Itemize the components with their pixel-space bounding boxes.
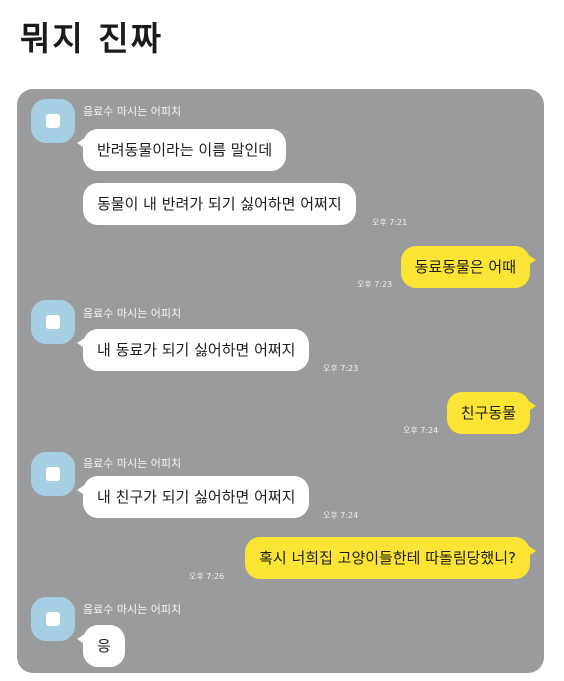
message-bubble-incoming[interactable]: 응 <box>77 625 125 667</box>
sender-avatar[interactable] <box>31 300 75 344</box>
message-time: 오후 7:23 <box>323 364 359 373</box>
sender-name: 음료수 마시는 어피치 <box>83 105 182 118</box>
sender-name: 음료수 마시는 어피치 <box>83 603 182 616</box>
avatar-placeholder-icon <box>46 467 60 481</box>
avatar-placeholder-icon <box>46 612 60 626</box>
message-bubble-incoming[interactable]: 내 친구가 되기 싫어하면 어쩌지 <box>76 476 310 518</box>
message-bubble-incoming[interactable]: 동물이 내 반려가 되기 싫어하면 어쩌지 <box>83 183 356 225</box>
message-time: 오후 7:23 <box>357 280 393 289</box>
sender-avatar[interactable] <box>31 99 75 143</box>
message-time: 오후 7:26 <box>189 572 225 581</box>
chat-screen[interactable]: 음료수 마시는 어피치 반려동물이라는 이름 말인데 동물이 내 반려가 되기 … <box>17 89 544 673</box>
sender-name: 음료수 마시는 어피치 <box>83 307 182 320</box>
message-bubble-incoming[interactable]: 내 동료가 되기 싫어하면 어쩌지 <box>76 329 310 371</box>
page-title: 뭐지 진짜 <box>20 19 163 58</box>
message-bubble-outgoing[interactable]: 혹시 너희집 고양이들한테 따돌림당했니? <box>245 537 536 579</box>
message-time: 오후 7:21 <box>372 218 408 227</box>
avatar-placeholder-icon <box>46 315 60 329</box>
sender-name: 음료수 마시는 어피치 <box>83 457 182 470</box>
message-time: 오후 7:24 <box>323 511 359 520</box>
message-bubble-outgoing[interactable]: 동료동물은 어때 <box>400 246 537 288</box>
sender-avatar[interactable] <box>31 452 75 496</box>
message-bubble-incoming[interactable]: 반려동물이라는 이름 말인데 <box>76 129 287 171</box>
avatar-placeholder-icon <box>46 114 60 128</box>
sender-avatar[interactable] <box>31 597 75 641</box>
message-time: 오후 7:24 <box>403 426 439 435</box>
message-bubble-outgoing[interactable]: 친구동물 <box>446 392 537 434</box>
